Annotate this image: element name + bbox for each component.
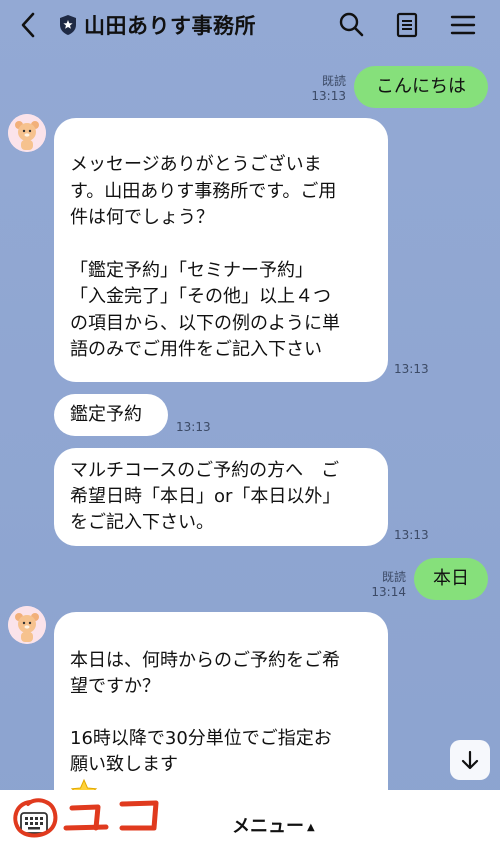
message-bubble-incoming[interactable]: マルチコースのご予約の方へ ご 希望日時「本日」or「本日以外」 をご記入下さい… xyxy=(54,448,388,546)
search-icon[interactable] xyxy=(336,10,366,40)
notes-icon[interactable] xyxy=(392,10,422,40)
bear-avatar-icon xyxy=(8,606,46,644)
message-text: メッセージありがとうございま す。山田ありす事務所です。ご用 件は何でしょう？ … xyxy=(70,154,340,361)
read-receipt: 既読 xyxy=(381,570,406,584)
message-meta: 既読 13:14 xyxy=(366,570,406,600)
message-time: 13:14 xyxy=(371,585,406,599)
avatar[interactable] xyxy=(8,114,46,152)
bear-avatar-icon xyxy=(8,114,46,152)
rich-menu-toggle[interactable]: メニュー ▲ xyxy=(232,812,315,838)
message-text: 本日は、何時からのご予約をご希 望ですか？ 16時以降で30分単位でご指定お 願… xyxy=(70,650,340,775)
shield-star-icon xyxy=(60,15,76,35)
chat-header: 山田ありす事務所 xyxy=(0,0,500,50)
message-time: 13:13 xyxy=(311,89,346,103)
rich-menu-bar: ユコ メニュー▲ xyxy=(0,790,500,858)
message-bubble-incoming[interactable]: メッセージありがとうございま す。山田ありす事務所です。ご用 件は何でしょう？ … xyxy=(54,118,388,429)
message-time: 13:13 xyxy=(394,528,429,542)
caret-up-icon: ▲ xyxy=(307,822,315,833)
message-time: 13:13 xyxy=(394,362,429,376)
message-bubble-incoming[interactable]: 鑑定予約 xyxy=(54,394,168,436)
chat-title-group[interactable]: 山田ありす事務所 xyxy=(58,10,256,40)
handwritten-annotation: ユコ xyxy=(13,798,159,838)
menu-label: メニュー xyxy=(232,816,304,837)
scroll-to-bottom-button[interactable] xyxy=(450,740,490,780)
chevron-left-icon[interactable] xyxy=(14,10,44,40)
read-receipt: 既読 xyxy=(321,74,346,88)
chat-title: 山田ありす事務所 xyxy=(84,14,256,38)
chat-screen: 山田ありす事務所 既読 13:13 こんにちは メッセージありがとうございま す… xyxy=(0,0,500,858)
hamburger-icon[interactable] xyxy=(448,10,478,40)
arrow-down-icon xyxy=(461,750,479,770)
message-time: 13:13 xyxy=(176,420,211,434)
message-meta: 既読 13:13 xyxy=(306,74,346,104)
message-bubble-incoming[interactable]: 本日は、何時からのご予約をご希 望ですか？ 16時以降で30分単位でご指定お 願… xyxy=(54,612,388,805)
message-bubble-outgoing[interactable]: 本日 xyxy=(414,558,488,600)
message-bubble-outgoing[interactable]: こんにちは xyxy=(354,66,488,108)
avatar[interactable] xyxy=(8,606,46,644)
